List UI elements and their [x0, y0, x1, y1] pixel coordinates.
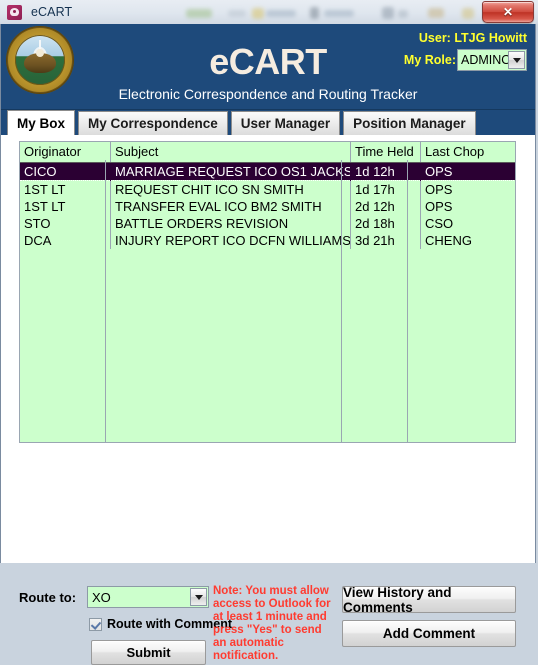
cell-subject: BATTLE ORDERS REVISION [110, 215, 351, 232]
cell-originator: DCA [20, 232, 111, 249]
tab-panel-my-box: Originator Subject Time Held Last Chop C… [1, 135, 535, 665]
ecart-application-window: eCART ✕ eCART Electronic Correspondence … [0, 0, 538, 665]
cell-subject: MARRIAGE REQUEST ICO OS1 JACKSON [110, 162, 351, 181]
table-row[interactable]: 1ST LT TRANSFER EVAL ICO BM2 SMITH 2d 12… [20, 198, 515, 215]
add-comment-button[interactable]: Add Comment [342, 620, 516, 647]
cell-last-chop: OPS [420, 162, 515, 181]
correspondence-table[interactable]: Originator Subject Time Held Last Chop C… [19, 141, 516, 443]
route-to-value: XO [92, 589, 111, 605]
cell-subject: TRANSFER EVAL ICO BM2 SMITH [110, 198, 351, 215]
route-to-dropdown[interactable]: XO [87, 586, 209, 608]
cell-time-held: 1d 17h [350, 180, 421, 198]
column-header-subject[interactable]: Subject [110, 142, 351, 163]
table-row[interactable]: STO BATTLE ORDERS REVISION 2d 18h CSO [20, 215, 515, 232]
tab-my-correspondence[interactable]: My Correspondence [78, 111, 228, 135]
cell-time-held: 1d 12h [350, 162, 421, 181]
cell-last-chop: CSO [425, 216, 454, 231]
role-dropdown-value: ADMINO [461, 53, 511, 67]
tab-my-box[interactable]: My Box [7, 110, 76, 135]
tab-user-manager[interactable]: User Manager [230, 111, 341, 135]
cell-last-chop: CHENG [425, 233, 472, 248]
current-user-label: User: LTJG Howitt [418, 31, 527, 45]
table-header-row: Originator Subject Time Held Last Chop [20, 142, 515, 163]
table-row[interactable]: 1ST LT REQUEST CHIT ICO SN SMITH 1d 17h … [20, 180, 515, 198]
cell-last-chop: OPS [425, 182, 453, 197]
role-label: My Role: [403, 53, 456, 67]
page-subtitle: Electronic Correspondence and Routing Tr… [118, 86, 418, 102]
tab-position-manager[interactable]: Position Manager [343, 111, 476, 135]
view-history-button[interactable]: View History and Comments [342, 585, 516, 615]
access-database-icon [7, 4, 24, 21]
cell-last-chop: OPS [425, 199, 453, 214]
window-titlebar: eCART ✕ [0, 0, 538, 24]
column-header-originator[interactable]: Originator [20, 142, 111, 163]
tab-bar: My Box My Correspondence User Manager Po… [1, 110, 535, 135]
chevron-down-icon[interactable] [508, 51, 525, 69]
app-header: eCART Electronic Correspondence and Rout… [1, 24, 535, 110]
cell-originator: CICO [20, 162, 111, 181]
cell-originator: 1ST LT [20, 180, 111, 198]
outlook-note-text: Note: You must allow access to Outlook f… [213, 585, 331, 662]
cell-originator: 1ST LT [20, 198, 111, 215]
cell-time-held: 2d 12h [350, 198, 421, 215]
role-selector-group: My Role: ADMINO [404, 49, 527, 71]
cell-subject: REQUEST CHIT ICO SN SMITH [110, 180, 351, 198]
table-row[interactable]: DCA INJURY REPORT ICO DCFN WILLIAMS 3d 2… [20, 232, 515, 249]
window-frame: eCART Electronic Correspondence and Rout… [0, 24, 536, 665]
cell-time-held: 3d 21h [350, 232, 421, 249]
role-dropdown[interactable]: ADMINO [457, 49, 527, 71]
submit-button[interactable]: Submit [91, 640, 206, 665]
window-title: eCART [31, 5, 73, 19]
column-header-last-chop[interactable]: Last Chop [420, 142, 515, 163]
route-with-comment-checkbox[interactable] [89, 617, 102, 631]
table-row[interactable]: CICO MARRIAGE REQUEST ICO OS1 JACKSON 1d… [20, 162, 515, 181]
cell-time-held: 2d 18h [350, 215, 421, 232]
cell-subject: INJURY REPORT ICO DCFN WILLIAMS [110, 232, 351, 249]
route-with-comment-group[interactable]: Route with Comment [89, 617, 232, 631]
cell-originator: STO [20, 215, 111, 232]
route-to-label: Route to: [19, 590, 77, 605]
column-header-time-held[interactable]: Time Held [350, 142, 421, 163]
close-icon[interactable]: ✕ [482, 1, 534, 23]
chevron-down-icon[interactable] [190, 588, 207, 606]
